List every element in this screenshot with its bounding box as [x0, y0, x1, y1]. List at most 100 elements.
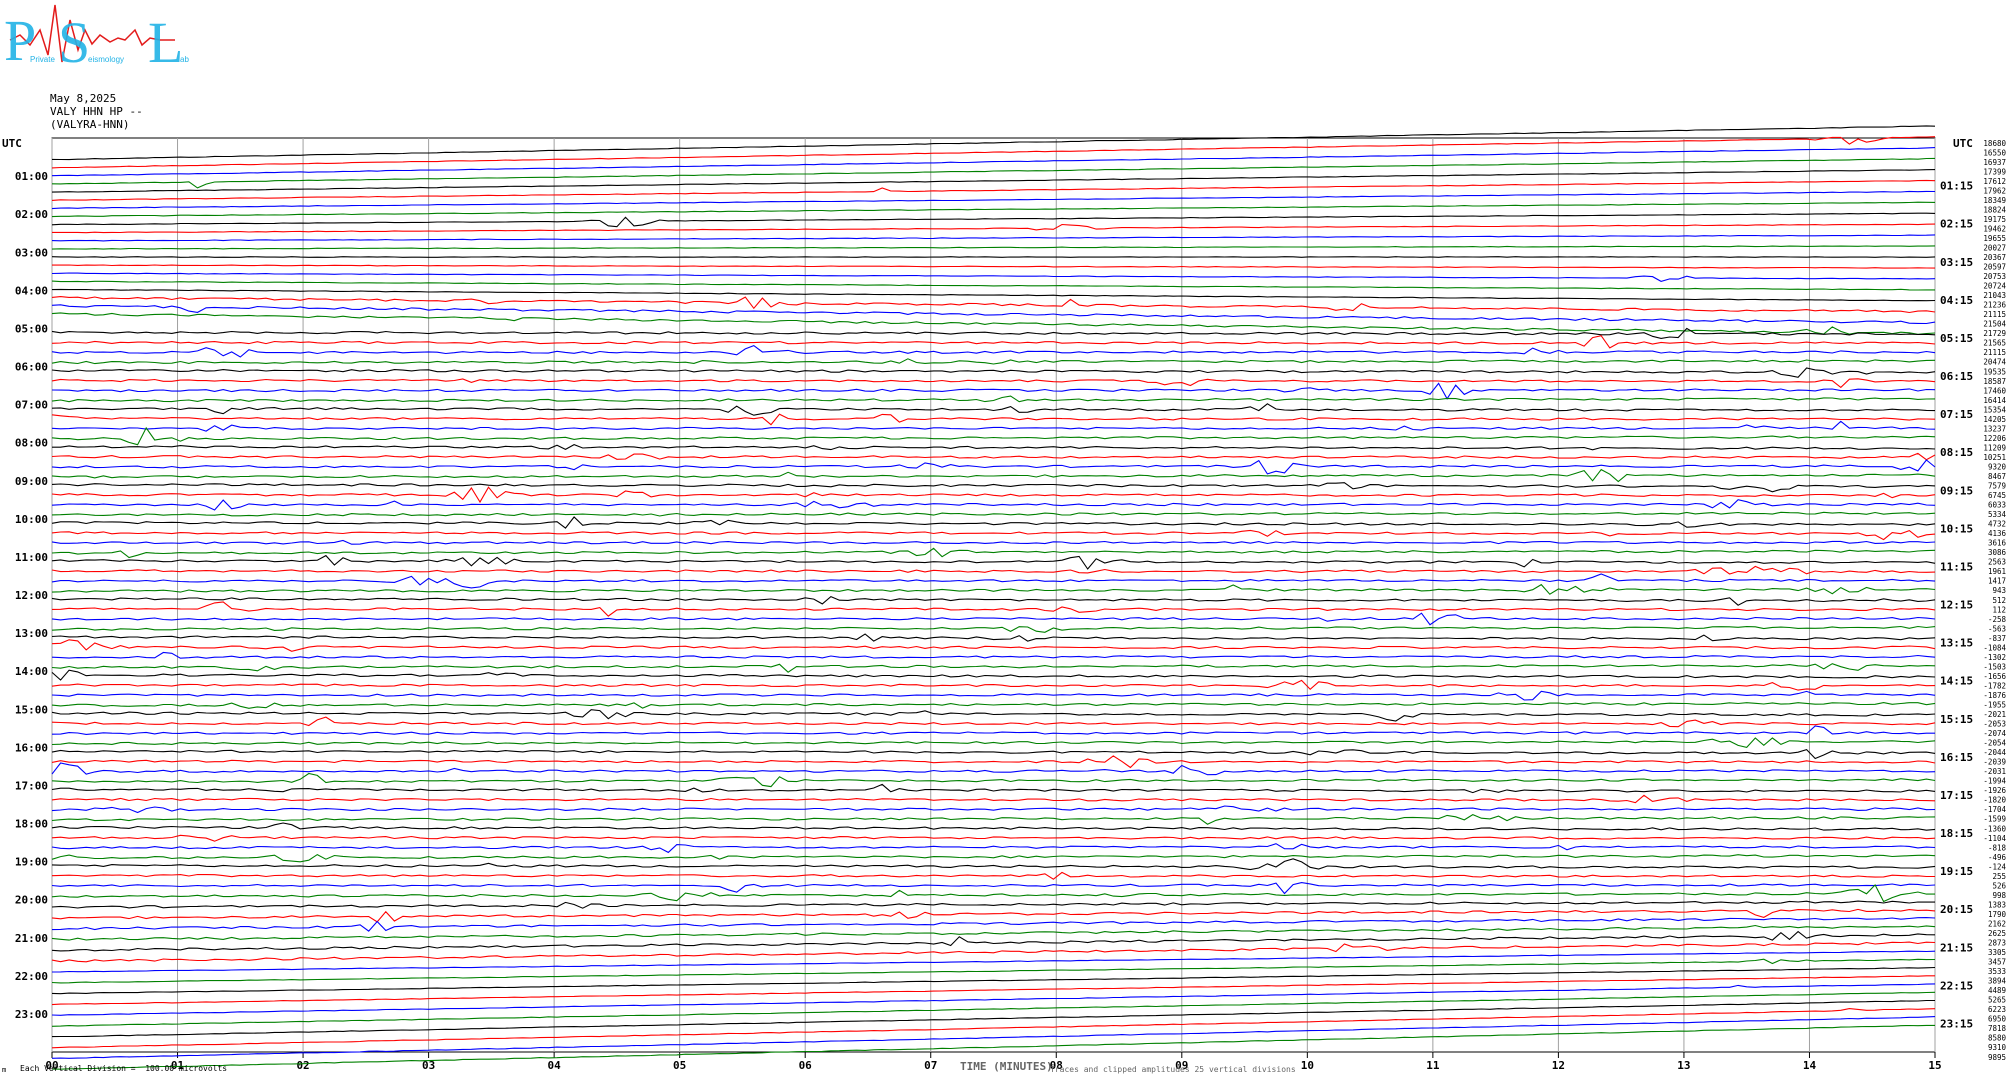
left-utc-label: 14:00	[15, 665, 48, 678]
trace-offset-label: 19535	[1983, 367, 2006, 376]
trace-line	[51, 358, 1936, 365]
left-utc-label: 22:00	[15, 970, 48, 983]
plot-frame	[51, 137, 1936, 1053]
trace-line	[51, 304, 1936, 325]
trace-offset-label: 15354	[1983, 405, 2006, 414]
trace-line	[51, 834, 1936, 842]
x-axis-title: TIME (MINUTES)	[960, 1060, 1053, 1073]
trace-line	[51, 256, 1936, 258]
trace-offset-label: 3533	[1988, 967, 2006, 976]
trace-offset-label: -496	[1988, 853, 2007, 862]
trace-offset-label: 2625	[1988, 929, 2006, 938]
trace-offset-label: 20753	[1983, 272, 2006, 281]
trace-offset-label: 4732	[1988, 520, 2006, 529]
trace-offset-label: 4136	[1988, 529, 2007, 538]
trace-line	[51, 482, 1936, 493]
trace-offset-label: -1926	[1983, 786, 2006, 795]
trace-line	[51, 853, 1936, 863]
trace-offset-label: 3086	[1988, 548, 2007, 557]
right-utc-label: 12:15	[1940, 599, 1973, 612]
trace-offset-label: 20724	[1983, 282, 2006, 291]
trace-offset-label: 12206	[1983, 434, 2006, 443]
right-utc-label: 01:15	[1940, 180, 1973, 193]
trace-line	[51, 395, 1936, 403]
trace-offset-label: 17962	[1983, 186, 2006, 195]
trace-offset-label: 3305	[1988, 948, 2006, 957]
trace-line	[51, 783, 1936, 794]
trace-offset-label: 21115	[1983, 348, 2006, 357]
trace-line	[51, 280, 1935, 291]
right-utc-label: 15:15	[1940, 713, 1973, 726]
right-utc-label: 16:15	[1940, 751, 1973, 764]
trace-line	[51, 663, 1936, 673]
trace-line	[51, 327, 1936, 339]
trace-line	[51, 201, 1936, 218]
right-utc-label: 08:15	[1940, 446, 1973, 459]
trace-offset-label: 2162	[1988, 919, 2006, 928]
trace-line	[52, 264, 1936, 269]
trace-line	[51, 539, 1936, 545]
trace-line	[51, 679, 1936, 691]
trace-offset-label: 11209	[1983, 443, 2006, 452]
trace-line	[51, 382, 1936, 400]
trace-line	[51, 669, 1936, 681]
trace-offset-label: -1503	[1983, 662, 2006, 671]
right-utc-label: 03:15	[1940, 256, 1973, 269]
right-utc-label: 19:15	[1940, 865, 1973, 878]
right-utc-label: 23:15	[1940, 1017, 1973, 1030]
left-utc-label: 12:00	[15, 589, 48, 602]
trace-line	[51, 190, 1936, 210]
trace-offset-label: 19175	[1983, 215, 2006, 224]
trace-line	[51, 882, 1936, 895]
right-utc-label: 17:15	[1940, 789, 1973, 802]
trace-offset-label: 3616	[1988, 539, 2007, 548]
trace-line	[51, 917, 1936, 932]
trace-offset-label: -2044	[1983, 748, 2006, 757]
trace-line	[51, 601, 1936, 617]
trace-line	[51, 426, 1936, 446]
left-utc-label: 16:00	[15, 741, 48, 754]
trace-offset-label: 18680	[1983, 139, 2006, 148]
right-utc-label: 21:15	[1940, 941, 1973, 954]
trace-offset-label: 18587	[1983, 377, 2006, 386]
trace-line	[51, 459, 1936, 475]
trace-offset-label: -2031	[1983, 767, 2006, 776]
right-utc-label: 22:15	[1940, 979, 1973, 992]
trace-line	[51, 900, 1935, 909]
trace-offset-label: 20597	[1983, 263, 2006, 272]
trace-offset-label: 998	[1992, 891, 2006, 900]
left-utc-label: 17:00	[15, 779, 48, 792]
trace-line	[51, 547, 1936, 559]
trace-line	[51, 737, 1936, 749]
x-tick-label: 07	[924, 1059, 937, 1072]
left-utc-label: 08:00	[15, 437, 48, 450]
x-tick-label: 06	[799, 1059, 813, 1072]
trace-line	[51, 234, 1936, 242]
left-utc-label: 05:00	[15, 322, 48, 335]
trace-line	[51, 991, 1936, 1027]
trace-offset-label: 1417	[1988, 577, 2006, 586]
trace-offset-label: 18824	[1983, 205, 2006, 214]
trace-offset-label: 6223	[1988, 1005, 2006, 1014]
trace-line	[51, 639, 1936, 652]
trace-offset-label: -1104	[1983, 834, 2006, 843]
trace-line	[51, 573, 1936, 589]
trace-offset-label: 2563	[1988, 558, 2006, 567]
trace-offset-label: 21565	[1983, 339, 2006, 348]
trace-line	[51, 468, 1936, 483]
trace-offset-label: 13237	[1983, 424, 2006, 433]
left-utc-label: 03:00	[15, 246, 48, 259]
right-utc-label: 20:15	[1940, 903, 1973, 916]
trace-offset-label: 17612	[1983, 177, 2006, 186]
right-utc-label: 06:15	[1940, 370, 1973, 383]
corner-mark: m	[2, 1066, 7, 1074]
trace-offset-label: -2074	[1983, 729, 2006, 738]
trace-offset-label: 112	[1992, 605, 2006, 614]
trace-offset-label: 6033	[1988, 501, 2006, 510]
trace-offset-label: -837	[1988, 634, 2006, 643]
trace-offset-label: 6745	[1988, 491, 2006, 500]
trace-offset-label: 6950	[1988, 1015, 2007, 1024]
trace-offset-label: 17460	[1983, 386, 2006, 395]
trace-line	[51, 486, 1936, 504]
left-utc-label: 15:00	[15, 703, 48, 716]
